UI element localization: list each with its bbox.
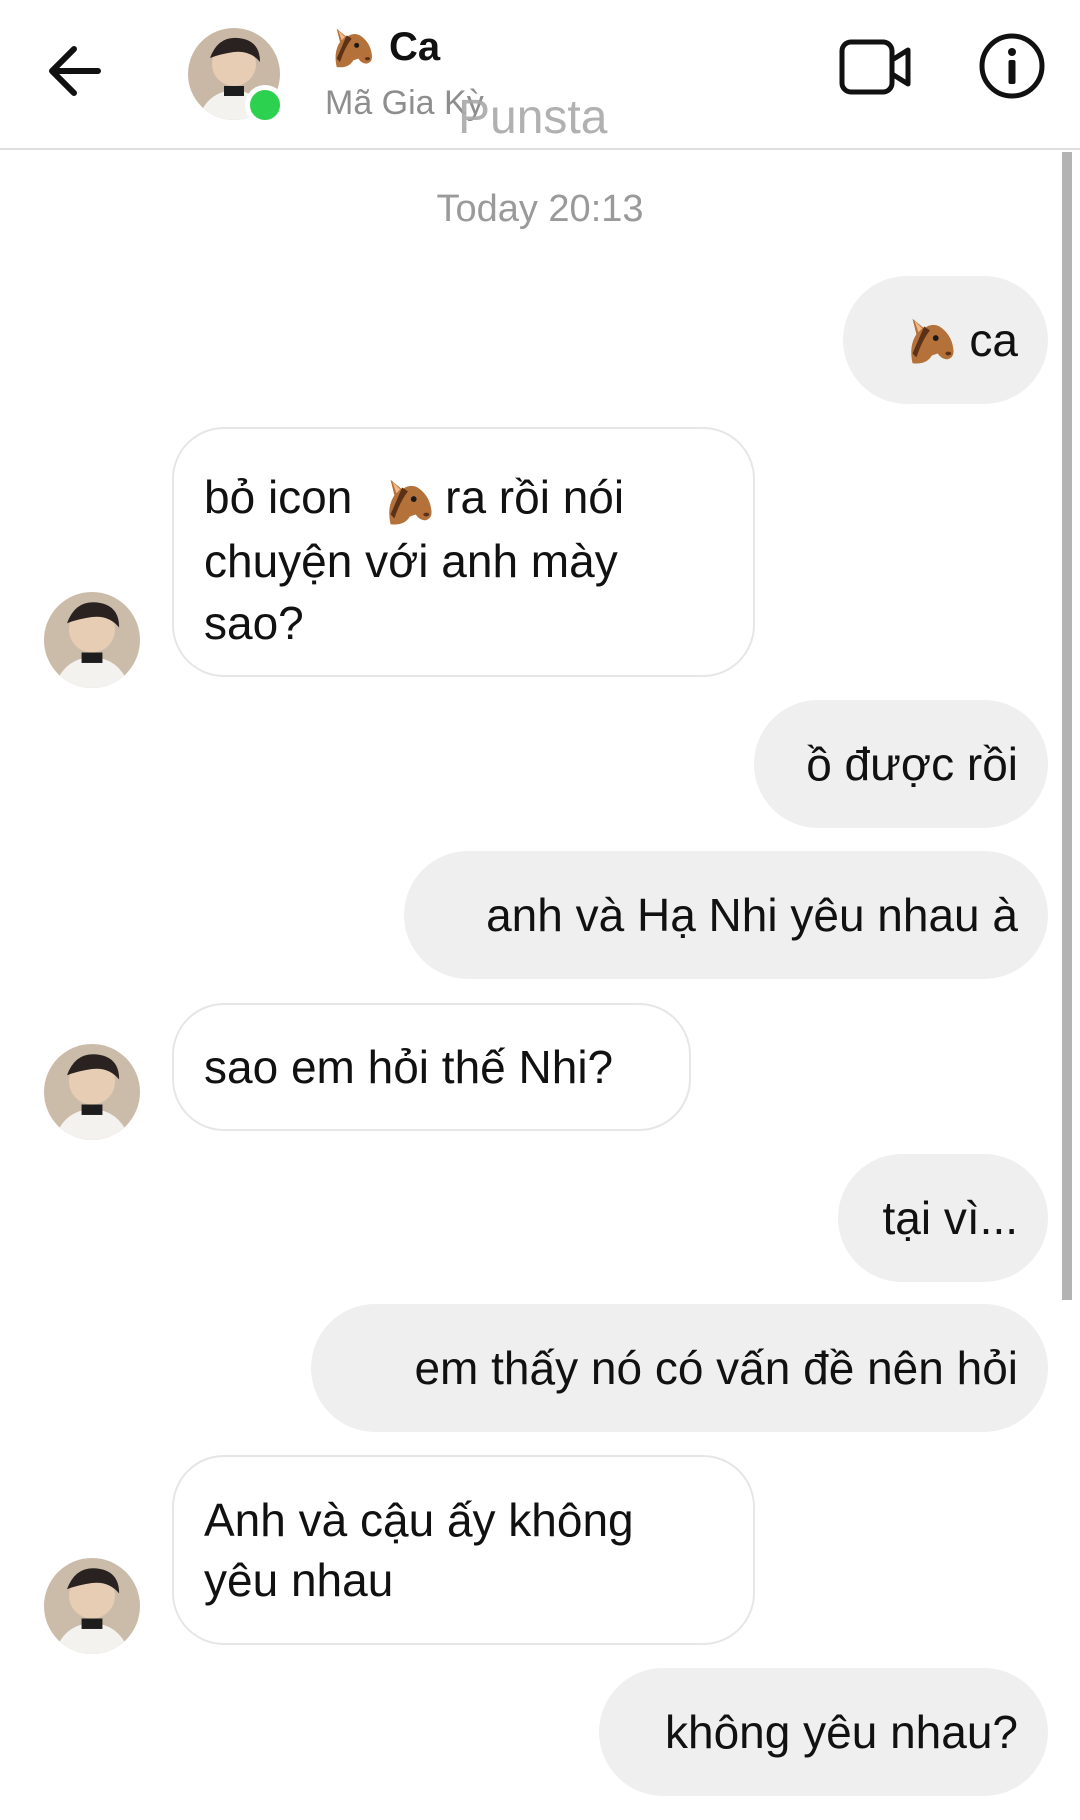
info-button[interactable] [978, 32, 1046, 100]
horse-face-emoji [911, 318, 954, 364]
chat-screen: Ca Mã Gia Kỳ Punsta Today 20:13 ca bỏ ic… [0, 0, 1080, 1820]
message-text: tại vì... [882, 1192, 1018, 1244]
message-text: Anh và cậu ấy không yêu nhau [204, 1494, 634, 1606]
avatar[interactable] [44, 1558, 140, 1654]
conversation-title[interactable]: Ca [325, 22, 440, 72]
message-text: em thấy nó có vấn đề nên hỏi [414, 1342, 1018, 1394]
avatar[interactable] [44, 592, 140, 688]
message-text: ca [969, 314, 1018, 366]
chat-header: Ca Mã Gia Kỳ Punsta [0, 0, 1080, 150]
video-camera-icon [839, 39, 911, 95]
message-text: anh và Hạ Nhi yêu nhau à [486, 889, 1018, 941]
message-bubble-sent[interactable]: không yêu nhau? [599, 1668, 1048, 1796]
message-bubble-sent[interactable]: tại vì... [838, 1154, 1048, 1282]
watermark: Punsta [458, 91, 608, 144]
message-bubble-received[interactable]: Anh và cậu ấy không yêu nhau [172, 1455, 755, 1645]
message-text: không yêu nhau? [665, 1706, 1018, 1758]
horse-face-emoji [389, 479, 432, 525]
message-timestamp: Today 20:13 [436, 188, 644, 230]
message-text: ồ được rồi [806, 738, 1018, 790]
horse-face-emoji [335, 28, 372, 68]
message-text: bỏ icon [204, 471, 353, 523]
back-button[interactable] [40, 36, 110, 106]
video-call-button[interactable] [838, 36, 914, 98]
scrollbar[interactable] [1062, 152, 1072, 1300]
message-bubble-received[interactable]: bỏ icon ra rồi nói chuyện với anh mày sa… [172, 427, 755, 677]
contact-name: Ca [389, 24, 441, 69]
avatar[interactable] [44, 1044, 140, 1140]
message-text: sao em hỏi thế Nhi? [204, 1041, 614, 1093]
online-status-dot [245, 85, 285, 125]
info-icon [979, 33, 1045, 99]
arrow-left-icon [49, 46, 101, 96]
message-bubble-sent[interactable]: ồ được rồi [754, 700, 1048, 828]
message-bubble-sent[interactable]: anh và Hạ Nhi yêu nhau à [404, 851, 1048, 979]
message-bubble-sent[interactable]: em thấy nó có vấn đề nên hỏi [311, 1304, 1048, 1432]
message-bubble-sent[interactable]: ca [843, 276, 1048, 404]
message-bubble-received[interactable]: sao em hỏi thế Nhi? [172, 1003, 691, 1131]
